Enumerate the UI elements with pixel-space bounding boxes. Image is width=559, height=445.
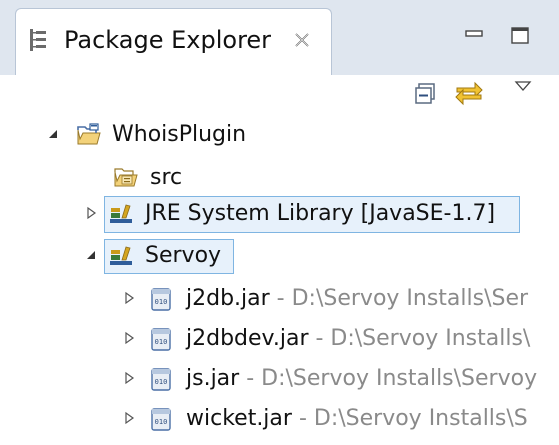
library-icon	[110, 204, 132, 223]
tree-item-jar[interactable]: 010 j2dbdev.jar - D:\Servoy Installs\	[0, 319, 559, 359]
project-label: WhoisPlugin	[112, 122, 247, 147]
jar-name: j2dbdev.jar	[186, 326, 309, 351]
jar-path: D:\Servoy Installs\Ser	[291, 286, 529, 311]
jre-label: JRE System Library [JavaSE-1.7]	[145, 201, 496, 226]
view-header: Package Explorer	[0, 0, 559, 76]
tree-item-src[interactable]: src	[0, 158, 559, 198]
jar-name: wicket.jar	[186, 406, 292, 431]
collapsed-twisty-icon[interactable]	[122, 411, 136, 425]
minimize-icon[interactable]	[463, 24, 485, 46]
collapsed-twisty-icon[interactable]	[84, 206, 98, 220]
view-menu-icon[interactable]	[513, 79, 533, 93]
jar-path: D:\Servoy Installs\S	[313, 406, 528, 431]
jar-icon: 010	[151, 368, 171, 391]
tree-item-jar[interactable]: 010 js.jar - D:\Servoy Installs\Servoy	[0, 359, 559, 399]
jar-label: j2db.jar - D:\Servoy Installs\Ser	[186, 282, 528, 316]
src-label: src	[150, 165, 183, 190]
expanded-twisty-icon[interactable]	[46, 127, 60, 141]
jar-separator: -	[269, 286, 292, 311]
tree-item-whoisplugin[interactable]: WhoisPlugin	[0, 115, 559, 155]
svg-text:010: 010	[155, 418, 168, 426]
jar-label: js.jar - D:\Servoy Installs\Servoy	[186, 362, 537, 396]
collapse-all-icon[interactable]	[413, 81, 439, 107]
svg-text:010: 010	[155, 378, 168, 386]
jar-name: j2db.jar	[186, 286, 270, 311]
tree-item-jar[interactable]: 010 j2db.jar - D:\Servoy Installs\Ser	[0, 279, 559, 319]
jar-icon: 010	[151, 408, 171, 431]
collapsed-twisty-icon[interactable]	[122, 291, 136, 305]
view-tab[interactable]: Package Explorer	[15, 8, 332, 76]
project-folder-icon	[77, 123, 101, 145]
package-explorer-icon	[30, 29, 46, 51]
servoy-label: Servoy	[145, 243, 222, 268]
svg-text:010: 010	[155, 298, 168, 306]
collapsed-twisty-icon[interactable]	[122, 371, 136, 385]
library-icon	[110, 246, 132, 265]
tree-item-jre-system-library[interactable]: JRE System Library [JavaSE-1.7]	[0, 194, 559, 234]
maximize-icon[interactable]	[509, 24, 531, 46]
jar-path: D:\Servoy Installs\	[330, 326, 531, 351]
jar-label: j2dbdev.jar - D:\Servoy Installs\	[186, 322, 530, 356]
close-icon[interactable]	[293, 31, 311, 49]
view-toolbar	[0, 75, 559, 110]
package-explorer-view: Package Explorer WhoisPlugin src JRE Sys…	[0, 0, 559, 445]
jar-path: D:\Servoy Installs\Servoy	[261, 366, 538, 391]
jar-separator: -	[308, 326, 331, 351]
view-title: Package Explorer	[64, 26, 272, 54]
jar-separator: -	[239, 366, 262, 391]
link-with-editor-icon[interactable]	[453, 79, 485, 107]
source-folder-icon	[114, 168, 138, 187]
jar-name: js.jar	[186, 366, 240, 391]
jar-icon: 010	[151, 288, 171, 311]
tree-item-servoy[interactable]: Servoy	[0, 236, 559, 276]
tree-item-jar[interactable]: 010 wicket.jar - D:\Servoy Installs\S	[0, 399, 559, 439]
jar-separator: -	[291, 406, 314, 431]
jar-icon: 010	[151, 328, 171, 351]
expanded-twisty-icon[interactable]	[84, 248, 98, 262]
jar-label: wicket.jar - D:\Servoy Installs\S	[186, 402, 528, 436]
svg-text:010: 010	[155, 338, 168, 346]
collapsed-twisty-icon[interactable]	[122, 331, 136, 345]
